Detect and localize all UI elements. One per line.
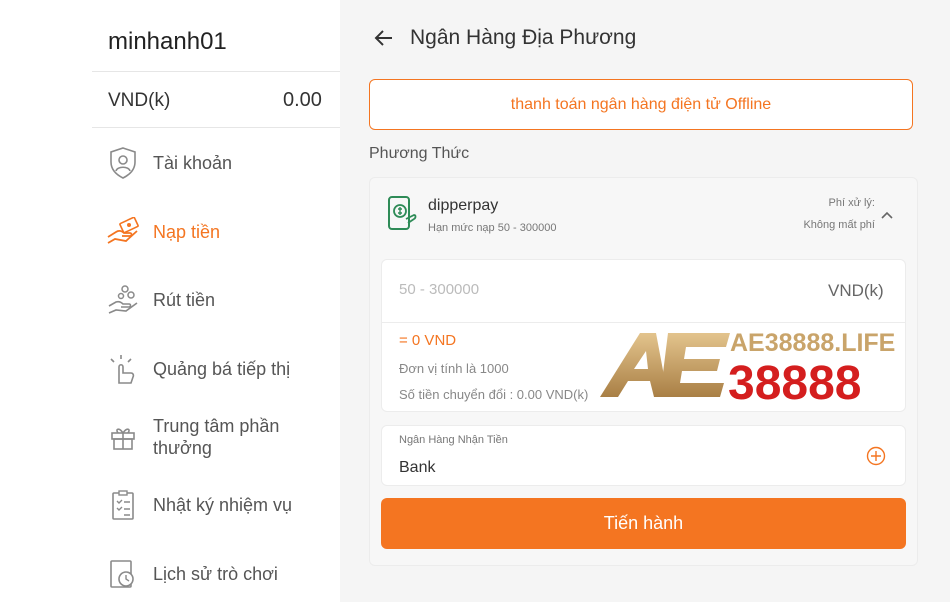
conversion-note: Số tiền chuyển đổi : 0.00 VND(k) — [399, 387, 589, 402]
sidebar-item-missions[interactable]: Nhật ký nhiệm vụ — [106, 485, 336, 525]
divider — [92, 127, 340, 128]
watermark-brand: 38888 — [728, 357, 861, 405]
sidebar-item-game-history[interactable]: Lịch sử trò chơi — [106, 554, 336, 594]
divider — [382, 322, 905, 323]
balance-value: 0.00 — [283, 89, 322, 111]
add-circle-icon[interactable] — [866, 446, 886, 466]
fee-label: Phí xử lý: — [828, 197, 876, 209]
shield-user-icon — [106, 146, 140, 180]
wallet-phone-icon — [386, 195, 418, 233]
bank-label: Ngân Hàng Nhận Tiền — [399, 434, 508, 446]
sidebar-item-deposit[interactable]: Nạp tiền — [106, 212, 336, 252]
amount-unit: VND(k) — [828, 281, 884, 300]
amount-equivalent: = 0 VND — [399, 332, 457, 349]
sidebar-item-label: Lịch sử trò chơi — [153, 564, 278, 584]
chevron-up-icon[interactable] — [880, 207, 894, 219]
sidebar-item-account[interactable]: Tài khoản — [106, 143, 336, 183]
brand-watermark-logo: AE38888.LIFE 38888 — [598, 325, 903, 410]
bank-value: Bank — [399, 459, 436, 476]
sidebar-item-label: Quảng bá tiếp thị — [153, 359, 291, 379]
fee-value: Không mất phí — [803, 219, 875, 231]
sidebar-item-marketing[interactable]: Quảng bá tiếp thị — [106, 349, 336, 389]
page-title: Ngân Hàng Địa Phương — [410, 26, 637, 49]
amount-input[interactable] — [399, 272, 779, 306]
clipboard-icon — [106, 488, 140, 522]
marketing-hand-icon — [106, 352, 140, 386]
username: minhanh01 — [108, 28, 227, 55]
method-limit: Hạn mức nạp 50 - 300000 — [428, 222, 557, 234]
sidebar-item-label: Nhật ký nhiệm vụ — [153, 495, 293, 515]
offline-banking-button[interactable]: thanh toán ngân hàng điện tử Offline — [369, 79, 913, 130]
sidebar-item-label: Trung tâm phần thưởng — [153, 416, 280, 458]
unit-note: Đơn vị tính là 1000 — [399, 361, 509, 376]
balance-currency-label: VND(k) — [108, 90, 171, 111]
sidebar-item-label: Tài khoản — [153, 153, 233, 173]
proceed-button[interactable]: Tiến hành — [381, 498, 906, 549]
sidebar-item-rewards[interactable]: Trung tâm phần thưởng — [106, 414, 336, 460]
history-icon — [106, 557, 140, 591]
sidebar-item-withdraw[interactable]: Rút tiền — [106, 280, 336, 320]
sidebar-item-label: Rút tiền — [153, 290, 216, 310]
back-arrow-icon[interactable] — [372, 26, 398, 50]
watermark-site: AE38888.LIFE — [730, 329, 895, 357]
method-name: dipperpay — [428, 197, 499, 214]
divider — [92, 71, 340, 72]
sidebar-item-label: Nạp tiền — [153, 222, 221, 242]
gift-icon — [106, 420, 140, 454]
withdraw-coins-icon — [106, 283, 140, 317]
deposit-hand-icon — [106, 215, 140, 249]
method-section-label: Phương Thức — [369, 145, 470, 162]
